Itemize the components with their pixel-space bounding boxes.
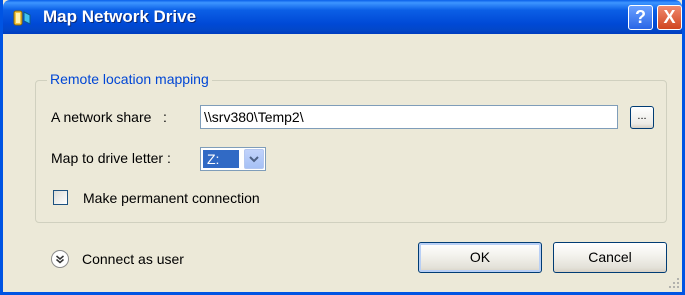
browse-button[interactable]: ... xyxy=(630,106,654,129)
drive-letter-label: Map to drive letter : xyxy=(51,150,171,166)
window-title: Map Network Drive xyxy=(43,7,197,26)
network-share-label: A network share : xyxy=(51,109,167,125)
map-network-drive-dialog: Map Network Drive ? X Remote location ma… xyxy=(0,0,685,295)
network-share-input[interactable] xyxy=(200,105,618,129)
cancel-button[interactable]: Cancel xyxy=(553,242,667,273)
dropdown-arrow-icon[interactable] xyxy=(244,149,264,169)
close-button[interactable]: X xyxy=(657,5,682,30)
resize-grip-icon[interactable] xyxy=(668,277,680,289)
permanent-connection-checkbox[interactable] xyxy=(53,190,68,205)
chevron-down-icon xyxy=(249,156,259,163)
expand-chevron-icon[interactable] xyxy=(50,249,70,269)
permanent-connection-label: Make permanent connection xyxy=(83,190,260,206)
map-network-drive-icon xyxy=(13,10,31,26)
drive-letter-select[interactable]: Z: xyxy=(200,147,266,171)
title-bar[interactable]: Map Network Drive ? X xyxy=(3,0,682,34)
group-legend: Remote location mapping xyxy=(47,70,212,88)
help-button[interactable]: ? xyxy=(628,5,653,30)
ok-button[interactable]: OK xyxy=(418,242,542,273)
connect-as-user-link[interactable]: Connect as user xyxy=(82,249,184,269)
drive-letter-value: Z: xyxy=(203,150,239,168)
